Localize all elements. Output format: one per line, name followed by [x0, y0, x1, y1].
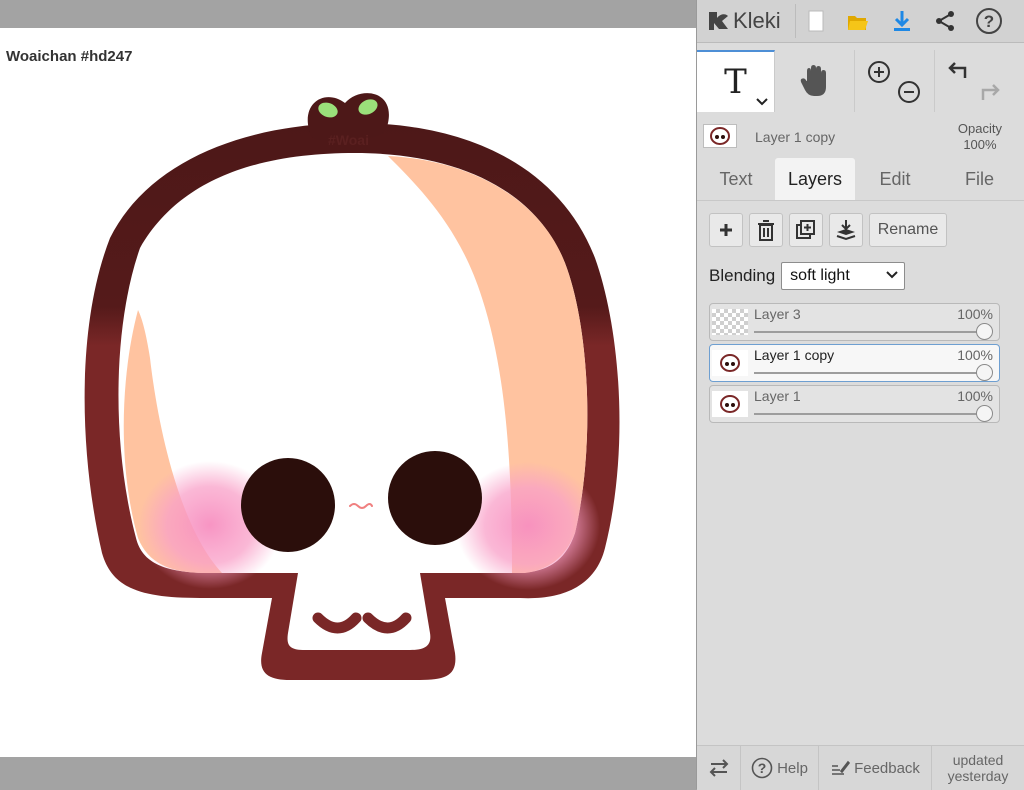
layer-opacity-track[interactable]	[754, 372, 985, 374]
canvas-top-margin	[0, 0, 696, 28]
layer-opacity-slider[interactable]	[976, 323, 993, 340]
layer-name: Layer 3	[754, 306, 801, 322]
eye-left	[241, 458, 335, 552]
opacity-control[interactable]: Opacity 100%	[958, 121, 1002, 153]
help-button[interactable]: ?	[972, 4, 1006, 38]
svg-text:?: ?	[758, 760, 767, 776]
toolbar-divider	[795, 4, 796, 38]
canvas-bottom-margin	[0, 757, 696, 789]
layer-item-layer-1[interactable]: Layer 1 100%	[709, 385, 1000, 423]
delete-layer-icon	[758, 220, 774, 241]
open-folder-icon	[848, 16, 868, 30]
chevron-down-icon	[886, 271, 898, 279]
download-button[interactable]	[885, 4, 919, 38]
layer-item-layer-1-copy[interactable]: Layer 1 copy 100%	[709, 344, 1000, 382]
chevron-down-icon[interactable]	[756, 98, 768, 106]
add-layer-icon	[720, 224, 732, 236]
kleki-logo-icon	[709, 12, 728, 30]
character-thumbnail-icon	[720, 395, 740, 413]
layer-opacity-slider[interactable]	[976, 364, 993, 381]
open-file-button[interactable]	[841, 4, 875, 38]
undo-icon[interactable]	[945, 58, 971, 82]
layer-opacity-slider[interactable]	[976, 405, 993, 422]
text-tool[interactable]: T	[697, 50, 775, 112]
app-logo[interactable]: Kleki	[705, 6, 781, 36]
updated-label: updated yesterday	[947, 752, 1009, 784]
help-icon: ?	[976, 8, 1002, 34]
side-panel: Kleki ? T Layer 1 copy Opacity 100% Text…	[696, 0, 1024, 790]
app-logo-text: Kleki	[733, 8, 781, 33]
changelog-link[interactable]: updated yesterday	[932, 746, 1024, 790]
current-layer-thumbnail	[703, 124, 737, 148]
layer-opacity-value: 100%	[957, 306, 993, 322]
feedback-link[interactable]: Feedback	[819, 746, 932, 790]
character-drawing: #Woai	[84, 93, 620, 680]
feedback-pen-icon	[832, 760, 851, 775]
eye-right	[388, 451, 482, 545]
rename-layer-button[interactable]: Rename	[869, 213, 947, 247]
blending-row: Blending soft light	[709, 261, 906, 291]
layer-opacity-value: 100%	[957, 388, 993, 404]
current-layer-info: Layer 1 copy Opacity 100%	[697, 118, 1024, 158]
drawing-canvas[interactable]: Woaichan #hd247 #Woai	[0, 28, 696, 757]
hand-icon	[800, 65, 826, 96]
tab-layers[interactable]: Layers	[775, 158, 855, 200]
panel-tabs: Text Layers Edit File	[697, 158, 1024, 201]
share-icon	[936, 11, 954, 31]
blending-label: Blending	[709, 266, 776, 285]
new-file-button[interactable]	[799, 4, 833, 38]
duplicate-layer-icon	[796, 220, 815, 239]
layer-thumbnail	[712, 391, 748, 417]
layer-name: Layer 1	[754, 388, 801, 404]
download-icon	[894, 11, 910, 31]
tab-file[interactable]: File	[935, 158, 1024, 200]
history-controls	[935, 50, 1024, 112]
layer-thumbnail	[712, 350, 748, 376]
zoom-out-icon[interactable]	[897, 80, 921, 104]
layer-opacity-track[interactable]	[754, 413, 985, 415]
blending-select[interactable]: soft light	[781, 262, 906, 290]
share-button[interactable]	[928, 4, 962, 38]
svg-text:?: ?	[984, 12, 994, 31]
swap-arrows-icon	[709, 759, 728, 777]
hand-tool[interactable]	[775, 50, 855, 112]
layer-thumbnail	[712, 309, 748, 335]
merge-down-icon	[836, 220, 856, 241]
blending-value: soft light	[790, 267, 850, 284]
zoom-controls	[855, 50, 935, 112]
redo-icon[interactable]	[977, 80, 1003, 104]
swap-panel-button[interactable]	[697, 746, 741, 790]
help-icon: ?	[751, 757, 773, 779]
feedback-label: Feedback	[854, 759, 920, 777]
layer-name: Layer 1 copy	[754, 347, 835, 363]
opacity-value: 100%	[963, 137, 997, 152]
character-thumbnail-icon	[710, 127, 730, 145]
help-label: Help	[777, 759, 808, 777]
tab-edit[interactable]: Edit	[855, 158, 935, 200]
watermark-text: #Woai	[328, 132, 369, 148]
layer-opacity-value: 100%	[957, 347, 993, 363]
opacity-label: Opacity	[957, 121, 1002, 136]
merge-down-button[interactable]	[829, 213, 863, 247]
delete-layer-button[interactable]	[749, 213, 783, 247]
layer-item-layer-3[interactable]: Layer 3 100%	[709, 303, 1000, 341]
footer-bar: ? Help Feedback updated yesterday	[697, 745, 1024, 790]
current-layer-name: Layer 1 copy	[755, 129, 836, 145]
new-file-icon	[808, 10, 824, 32]
add-layer-button[interactable]	[709, 213, 743, 247]
help-link[interactable]: ? Help	[741, 746, 819, 790]
text-tool-icon: T	[724, 62, 747, 102]
top-toolbar: Kleki ?	[697, 0, 1024, 43]
layer-opacity-track[interactable]	[754, 331, 985, 333]
tool-row: T	[697, 50, 1024, 112]
zoom-in-icon[interactable]	[867, 60, 891, 84]
duplicate-layer-button[interactable]	[789, 213, 823, 247]
tab-text[interactable]: Text	[697, 158, 775, 200]
character-thumbnail-icon	[720, 354, 740, 372]
